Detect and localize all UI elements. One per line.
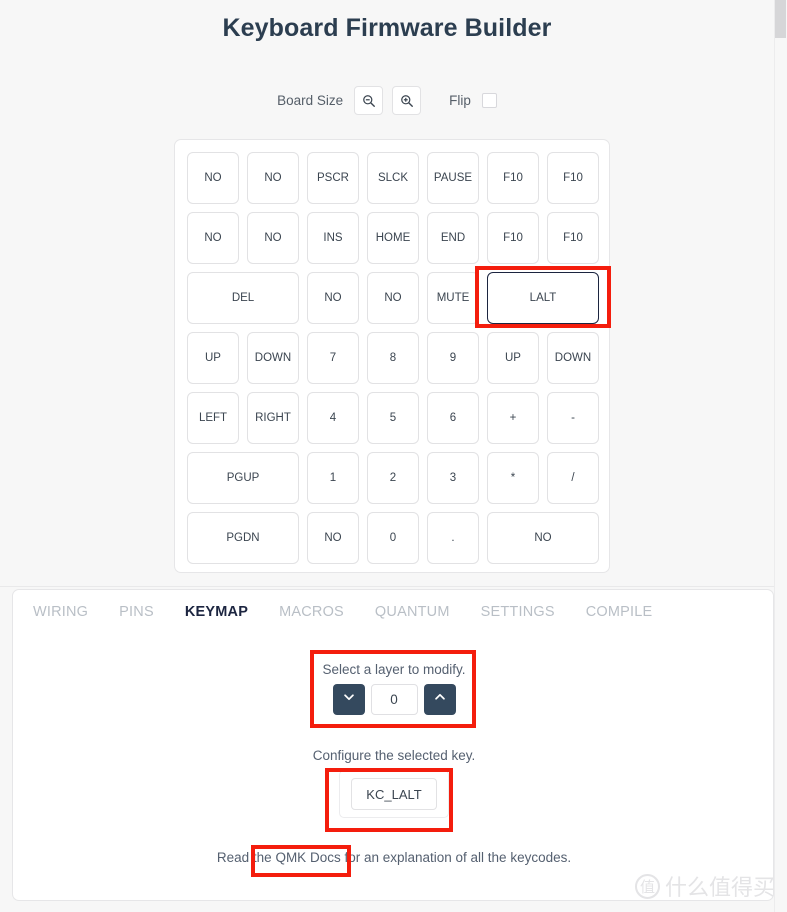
key-down[interactable]: DOWN xyxy=(247,332,299,384)
key-4[interactable]: 4 xyxy=(307,392,359,444)
zoom-out-button[interactable] xyxy=(354,86,384,115)
keyboard-layout-card: NO NO PSCR SLCK PAUSE F10 F10 NO NO INS HOME END F10… xyxy=(174,139,610,573)
key-no[interactable]: NO xyxy=(307,512,359,564)
keycode-chip[interactable]: KC_LALT xyxy=(351,778,437,810)
board-size-controls: Board Size Flip xyxy=(0,86,774,115)
layer-stepper: 0 xyxy=(13,684,775,715)
tab-quantum[interactable]: QUANTUM xyxy=(375,604,450,620)
scrollbar-thumb[interactable] xyxy=(775,0,786,38)
tab-pins[interactable]: PINS xyxy=(119,604,154,620)
key-pgdn[interactable]: PGDN xyxy=(187,512,299,564)
page-scrollbar[interactable] xyxy=(774,0,787,912)
key-no[interactable]: NO xyxy=(487,512,599,564)
tab-keymap[interactable]: KEYMAP xyxy=(185,604,248,620)
qmk-docs-link[interactable]: QMK Docs xyxy=(275,850,340,865)
keyboard-row: UP DOWN 7 8 9 UP DOWN xyxy=(187,332,599,384)
key-no[interactable]: NO xyxy=(367,272,419,324)
key-slck[interactable]: SLCK xyxy=(367,152,419,204)
layer-decrement-button[interactable] xyxy=(332,684,365,715)
keyboard-row: DEL NO NO MUTE LALT xyxy=(187,272,599,324)
key-5[interactable]: 5 xyxy=(367,392,419,444)
docs-help-text: Read the QMK Docs for an explanation of … xyxy=(13,850,775,865)
key-0[interactable]: 0 xyxy=(367,512,419,564)
keyboard-row: PGDN NO 0. NO xyxy=(187,512,599,564)
key-pgup[interactable]: PGUP xyxy=(187,452,299,504)
key-3[interactable]: 3 xyxy=(427,452,479,504)
editor-tabs: WIRING PINS KEYMAP MACROS QUANTUM SETTINGS COM… xyxy=(33,604,683,620)
layer-value-input[interactable]: 0 xyxy=(370,684,418,715)
tab-compile[interactable]: COMPILE xyxy=(586,604,653,620)
key-[interactable]: . xyxy=(427,512,479,564)
key-mute[interactable]: MUTE xyxy=(427,272,479,324)
layer-increment-button[interactable] xyxy=(423,684,456,715)
keyboard-row: NO NO INS HOME END F10 F10 xyxy=(187,212,599,264)
key-9[interactable]: 9 xyxy=(427,332,479,384)
app-page: Keyboard Firmware Builder Board Size Fli… xyxy=(0,0,787,912)
key-no[interactable]: NO xyxy=(247,152,299,204)
zoom-in-button[interactable] xyxy=(392,86,422,115)
key-[interactable]: * xyxy=(487,452,539,504)
key-del[interactable]: DEL xyxy=(187,272,299,324)
keyboard-row: NO NO PSCR SLCK PAUSE F10 F10 xyxy=(187,152,599,204)
key-f10[interactable]: F10 xyxy=(487,152,539,204)
key-[interactable]: / xyxy=(547,452,599,504)
keycode-dropzone[interactable]: KC_LALT xyxy=(339,770,449,818)
page-title: Keyboard Firmware Builder xyxy=(222,14,552,42)
configure-key-label: Configure the selected key. xyxy=(312,748,476,763)
tab-macros[interactable]: MACROS xyxy=(279,604,344,620)
key-6[interactable]: 6 xyxy=(427,392,479,444)
key-ins[interactable]: INS xyxy=(307,212,359,264)
key-8[interactable]: 8 xyxy=(367,332,419,384)
key-no[interactable]: NO xyxy=(187,212,239,264)
chevron-up-icon xyxy=(433,690,447,709)
flip-checkbox[interactable] xyxy=(481,93,497,108)
tab-settings[interactable]: SETTINGS xyxy=(481,604,555,620)
layer-select-label: Select a layer to modify. xyxy=(322,662,466,677)
keyboard-rows: NO NO PSCR SLCK PAUSE F10 F10 NO NO INS HOME END F10… xyxy=(187,152,599,572)
editor-panel: WIRING PINS KEYMAP MACROS QUANTUM SETTINGS COM… xyxy=(12,589,774,901)
key-right[interactable]: RIGHT xyxy=(247,392,299,444)
key-end[interactable]: END xyxy=(427,212,479,264)
section-divider xyxy=(0,586,774,587)
key-pscr[interactable]: PSCR xyxy=(307,152,359,204)
key-up[interactable]: UP xyxy=(487,332,539,384)
key-pause[interactable]: PAUSE xyxy=(427,152,479,204)
keyboard-row: PGUP 1 2 3 * / xyxy=(187,452,599,504)
key-no[interactable]: NO xyxy=(247,212,299,264)
key-1[interactable]: 1 xyxy=(307,452,359,504)
key-f10[interactable]: F10 xyxy=(487,212,539,264)
chevron-down-icon xyxy=(342,690,356,709)
flip-label: Flip xyxy=(449,93,471,108)
key-2[interactable]: 2 xyxy=(367,452,419,504)
magnifier-plus-icon xyxy=(400,94,414,108)
docs-suffix: for an explanation of all the keycodes. xyxy=(340,850,572,865)
key-lalt[interactable]: LALT xyxy=(487,272,599,324)
tab-wiring[interactable]: WIRING xyxy=(33,604,88,620)
docs-prefix: Read the xyxy=(216,850,276,865)
key-home[interactable]: HOME xyxy=(367,212,419,264)
key-f10[interactable]: F10 xyxy=(547,212,599,264)
key-no[interactable]: NO xyxy=(307,272,359,324)
board-size-label: Board Size xyxy=(277,93,344,108)
key-left[interactable]: LEFT xyxy=(187,392,239,444)
key-f10[interactable]: F10 xyxy=(547,152,599,204)
key-down[interactable]: DOWN xyxy=(547,332,599,384)
keycode-slot: KC_LALT xyxy=(13,770,775,818)
keyboard-row: LEFT RIGHT 4 5 6 + - xyxy=(187,392,599,444)
key-up[interactable]: UP xyxy=(187,332,239,384)
key-7[interactable]: 7 xyxy=(307,332,359,384)
key-no[interactable]: NO xyxy=(187,152,239,204)
magnifier-minus-icon xyxy=(362,94,376,108)
key-[interactable]: + xyxy=(487,392,539,444)
key-[interactable]: - xyxy=(547,392,599,444)
